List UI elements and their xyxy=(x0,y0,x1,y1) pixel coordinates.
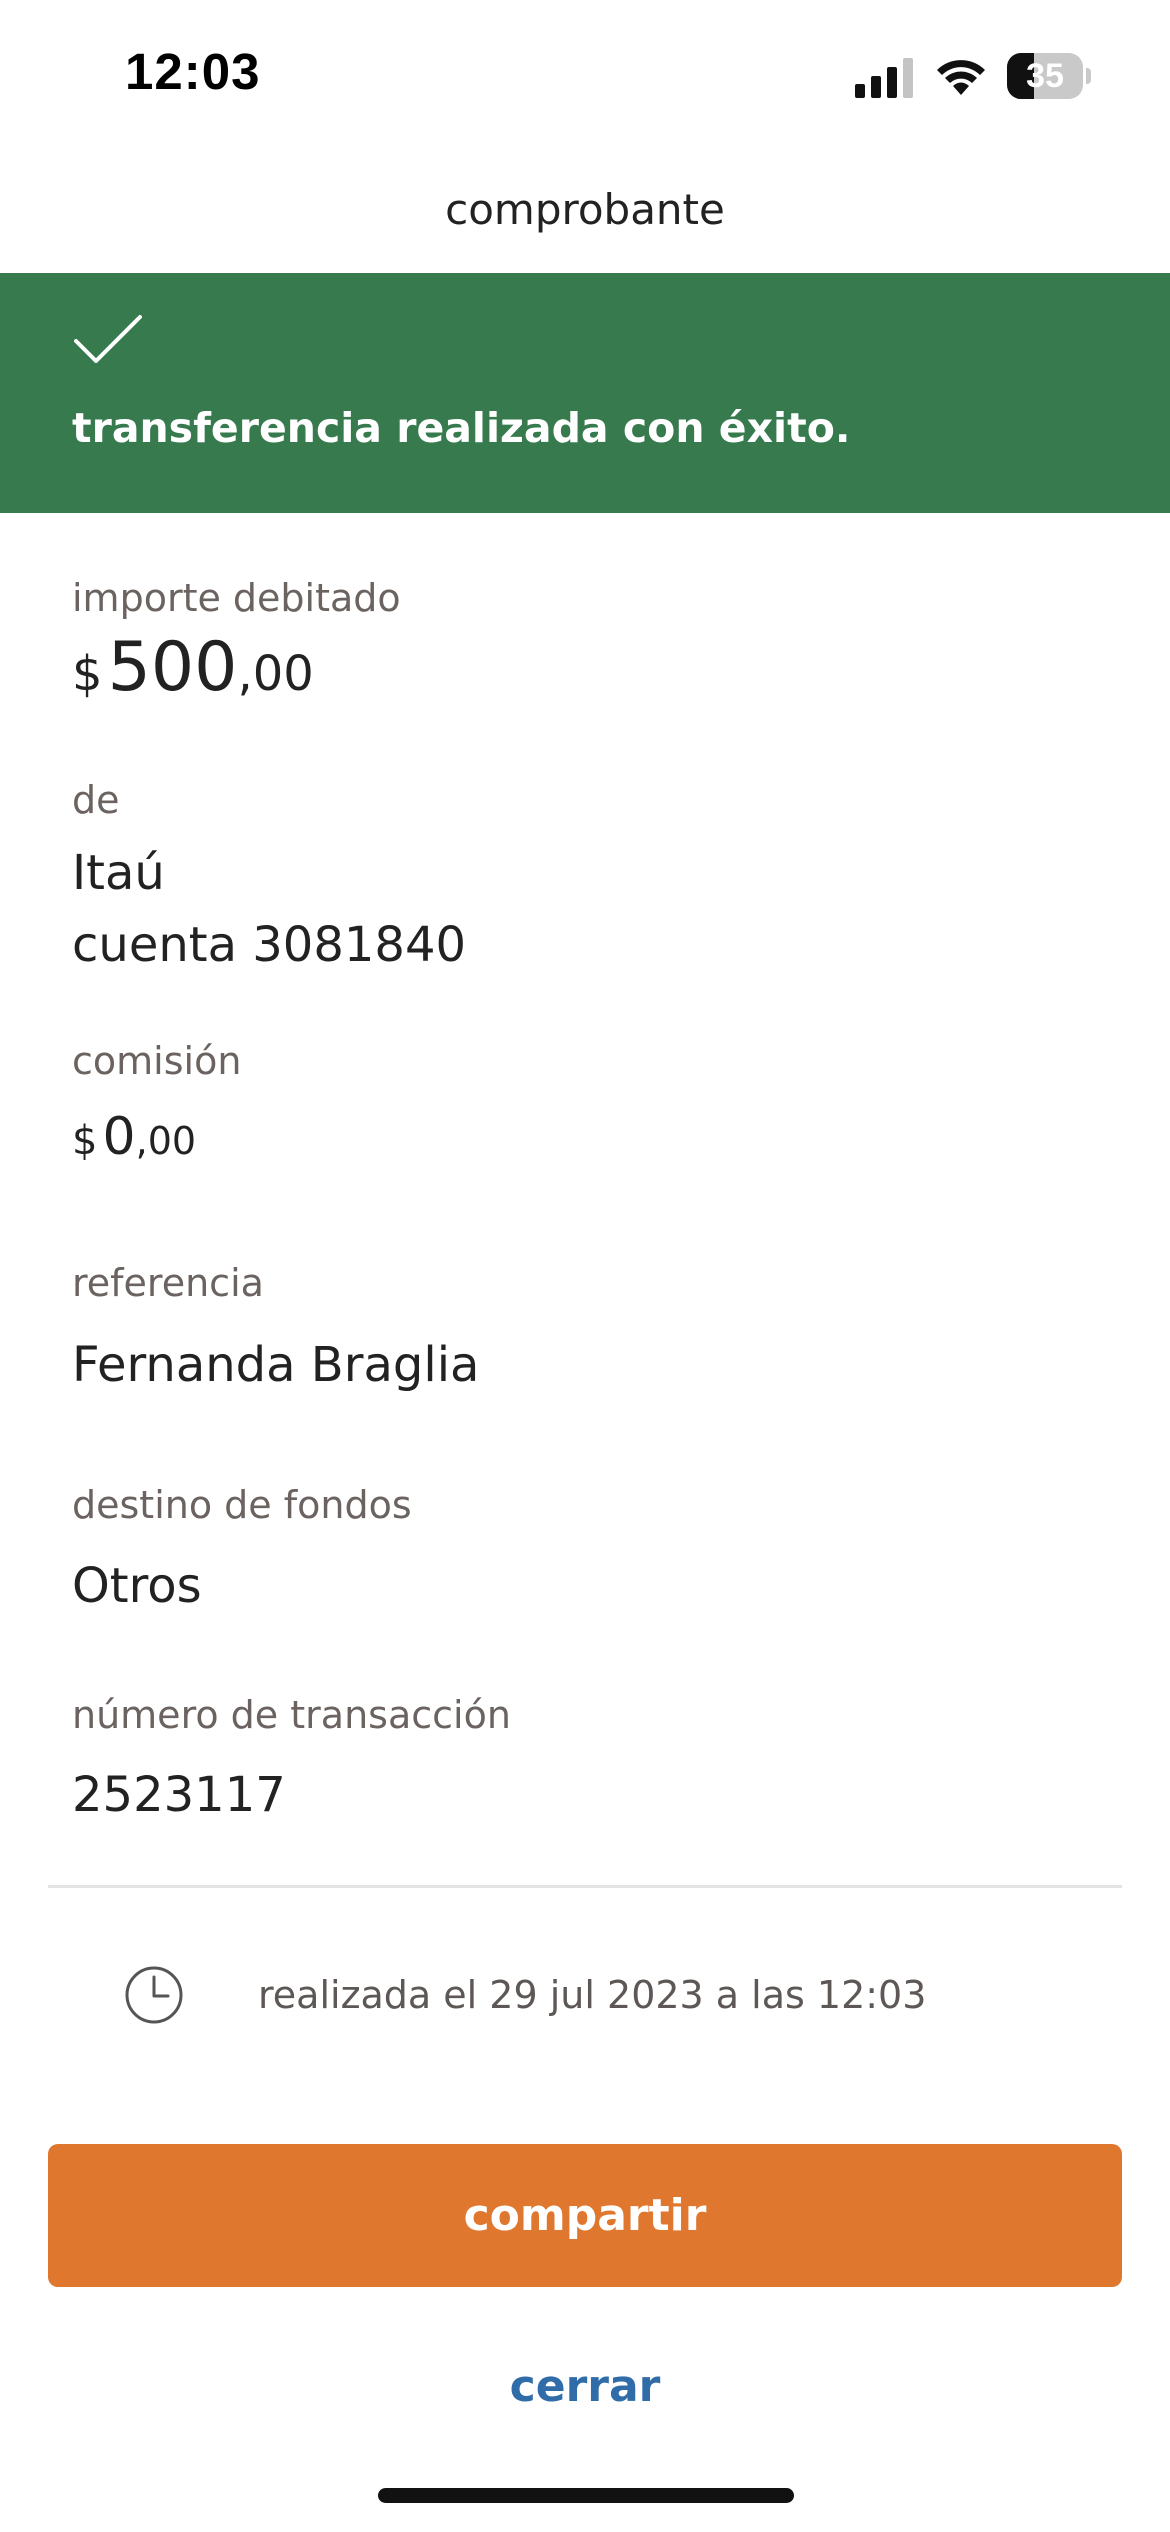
amount-label: importe debitado xyxy=(72,576,401,620)
battery-level: 35 xyxy=(1026,57,1064,95)
success-banner: transferencia realizada con éxito. xyxy=(0,273,1170,513)
success-message: transferencia realizada con éxito. xyxy=(72,404,851,452)
check-icon xyxy=(74,315,142,363)
amount-integer: 500 xyxy=(107,628,238,707)
share-button[interactable]: compartir xyxy=(48,2144,1122,2287)
close-link[interactable]: cerrar xyxy=(0,2355,1170,2419)
cellular-signal-icon xyxy=(855,58,913,98)
fee-value: $ 0,00 xyxy=(72,1107,196,1167)
timestamp-text: realizada el 29 jul 2023 a las 12:03 xyxy=(258,1973,927,2017)
fee-decimals: ,00 xyxy=(135,1119,197,1163)
fee-label: comisión xyxy=(72,1039,242,1083)
status-time: 12:03 xyxy=(125,43,261,100)
from-label: de xyxy=(72,778,120,822)
destination-label: destino de fondos xyxy=(72,1483,412,1527)
amount-currency: $ xyxy=(72,646,103,702)
page-title: comprobante xyxy=(445,185,725,234)
battery-tip xyxy=(1086,68,1091,84)
amount-value: $ 500,00 xyxy=(72,628,314,707)
destination-value: Otros xyxy=(72,1558,202,1614)
amount-decimals: ,00 xyxy=(237,646,314,702)
wifi-icon xyxy=(937,60,985,95)
from-bank: Itaú xyxy=(72,845,165,901)
transaction-label: número de transacción xyxy=(72,1693,511,1737)
battery-body: 35 xyxy=(1007,53,1083,99)
transaction-value: 2523117 xyxy=(72,1767,286,1823)
reference-label: referencia xyxy=(72,1261,264,1305)
from-account: cuenta 3081840 xyxy=(72,917,467,973)
reference-value: Fernanda Braglia xyxy=(72,1337,480,1393)
battery-icon: 35 xyxy=(1007,53,1091,99)
divider xyxy=(48,1885,1122,1888)
fee-currency: $ xyxy=(72,1118,98,1164)
home-indicator xyxy=(378,2488,794,2503)
status-bar: 12:03 35 xyxy=(0,0,1170,150)
fee-integer: 0 xyxy=(102,1107,136,1167)
clock-icon xyxy=(125,1966,183,2024)
